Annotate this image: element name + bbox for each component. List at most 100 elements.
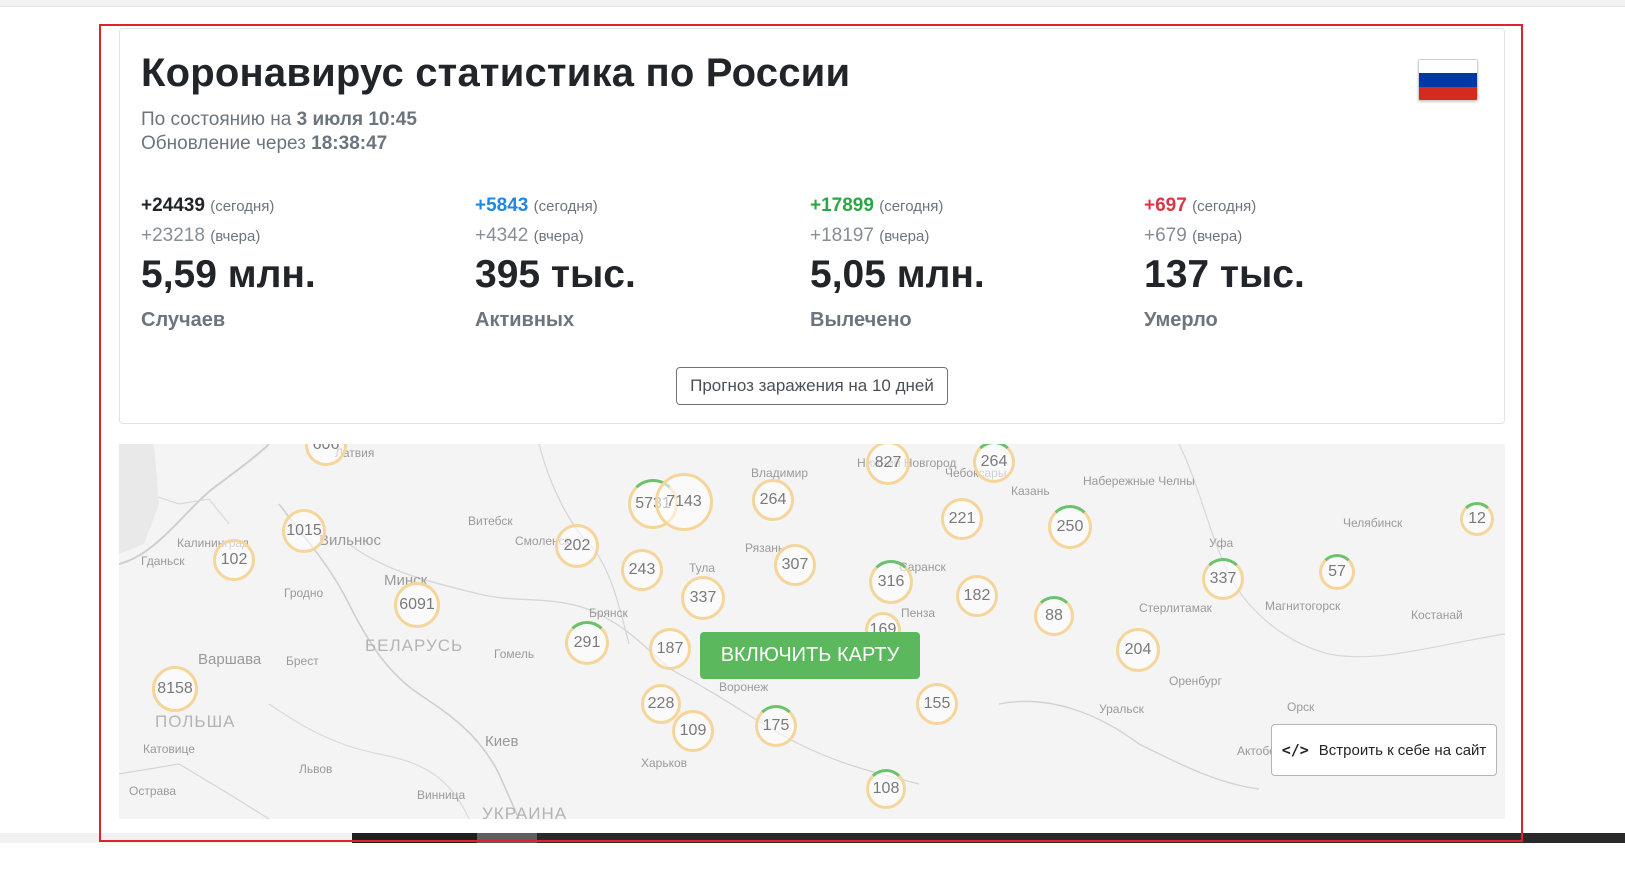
map-cluster[interactable]: 6091: [394, 582, 440, 628]
map-cluster[interactable]: 108: [866, 769, 906, 809]
map-cluster[interactable]: 182: [956, 575, 998, 617]
map-cluster[interactable]: 291: [565, 621, 609, 665]
stat-today-note: (сегодня): [1192, 198, 1257, 215]
map-cluster[interactable]: 250: [1048, 505, 1092, 549]
scrollbar-segment: [352, 833, 477, 843]
stat-yesterday-note: (вчера): [1192, 228, 1243, 245]
map-cluster[interactable]: 337: [1202, 558, 1244, 600]
map-label: Вильнюс: [319, 532, 381, 549]
browser-top-line: [0, 0, 1625, 7]
embed-button[interactable]: </> Встроить к себе на сайт: [1271, 724, 1497, 776]
map-cluster[interactable]: 316: [869, 560, 913, 604]
map-label: Магнитогорск: [1265, 599, 1341, 613]
map-label: Уфа: [1209, 536, 1234, 550]
map-label: Витебск: [468, 514, 513, 528]
map-cluster[interactable]: 204: [1116, 628, 1160, 672]
map-label: Харьков: [641, 756, 688, 770]
page-title: Коронавирус статистика по России: [141, 51, 851, 95]
stat-label: Умерло: [1144, 309, 1218, 331]
stat-total: 5,59 млн.: [141, 253, 316, 296]
flag-stripe-red: [1419, 86, 1477, 100]
map-cluster[interactable]: 1015: [282, 509, 326, 553]
map-cluster[interactable]: 109: [672, 710, 714, 752]
stat-total: 137 тыс.: [1144, 253, 1305, 296]
map-label: Киев: [485, 733, 519, 750]
stat-today-note: (сегодня): [210, 198, 275, 215]
map-label: Челябинск: [1343, 516, 1403, 530]
code-icon: </>: [1281, 741, 1309, 759]
status-date: 3 июля 10:45: [296, 109, 417, 130]
update-timer: 18:38:47: [311, 133, 388, 154]
stat-yesterday-value: +679: [1144, 225, 1187, 246]
map-cluster[interactable]: 202: [555, 524, 599, 568]
stat-deaths: +697 (сегодня) +679 (вчера) 137 тыс. Уме…: [1144, 195, 1474, 332]
stat-recovered: +17899 (сегодня) +18197 (вчера) 5,05 млн…: [810, 195, 1140, 332]
stat-today-value: +697: [1144, 195, 1187, 216]
stat-today-value: +24439: [141, 195, 205, 216]
stat-active: +5843 (сегодня) +4342 (вчера) 395 тыс. А…: [475, 195, 805, 332]
map-label: Пенза: [901, 606, 936, 620]
status-line: По состоянию на 3 июля 10:45: [141, 109, 417, 131]
map-cluster[interactable]: 175: [755, 705, 797, 747]
stat-total: 5,05 млн.: [810, 253, 985, 296]
map-cluster[interactable]: 221: [941, 498, 983, 540]
map-label: УКРАИНА: [482, 804, 568, 819]
map-label: Набережные Челны: [1083, 474, 1195, 488]
map-cluster[interactable]: 187: [649, 628, 691, 670]
map-label: Острава: [129, 784, 177, 798]
map-cluster[interactable]: 7143: [655, 473, 713, 531]
stat-yesterday-value: +23218: [141, 225, 205, 246]
stat-total: 395 тыс.: [475, 253, 636, 296]
stat-today-note: (сегодня): [879, 198, 944, 215]
stat-yesterday-note: (вчера): [210, 228, 261, 245]
map-label: Казань: [1011, 484, 1050, 498]
map-cluster[interactable]: 12: [1460, 502, 1494, 536]
status-prefix: По состоянию на: [141, 109, 292, 130]
map-cluster[interactable]: 337: [681, 576, 725, 620]
forecast-button[interactable]: Прогноз заражения на 10 дней: [676, 367, 948, 405]
map-cluster[interactable]: 307: [774, 544, 816, 586]
map-label: Орск: [1287, 700, 1315, 714]
russia-flag-icon: [1418, 59, 1478, 101]
map-cluster[interactable]: 88: [1034, 596, 1074, 636]
map-area[interactable]: Латвия Вильнюс Калининград Гданьск Гродн…: [119, 444, 1505, 819]
flag-stripe-white: [1419, 60, 1477, 74]
stats-card: Коронавирус статистика по России По сост…: [119, 28, 1505, 424]
map-label: Оренбург: [1169, 674, 1222, 688]
stat-label: Активных: [475, 309, 575, 331]
bottom-scrollbar[interactable]: [0, 833, 1625, 843]
scrollbar-track-left: [0, 833, 352, 843]
stat-label: Вылечено: [810, 309, 912, 331]
map-label: Гомель: [494, 647, 535, 661]
map-cluster[interactable]: 57: [1319, 554, 1355, 590]
map-label: Гродно: [284, 586, 324, 600]
scrollbar-track-right: [537, 833, 1625, 843]
map-label: Владимир: [751, 466, 809, 480]
stat-label: Случаев: [141, 309, 226, 331]
enable-map-button[interactable]: ВКЛЮЧИТЬ КАРТУ: [700, 632, 920, 679]
map-cluster[interactable]: 155: [916, 683, 958, 725]
map-label: Винница: [417, 788, 466, 802]
stat-yesterday-note: (вчера): [879, 228, 930, 245]
flag-stripe-blue: [1419, 73, 1477, 87]
map-label: Львов: [299, 762, 333, 776]
map-label: Катовице: [143, 742, 195, 756]
map-cluster[interactable]: 264: [752, 479, 794, 521]
stat-today-value: +5843: [475, 195, 529, 216]
stat-cases: +24439 (сегодня) +23218 (вчера) 5,59 млн…: [141, 195, 471, 332]
stat-today-note: (сегодня): [533, 198, 598, 215]
map-label: Уральск: [1099, 702, 1144, 716]
embed-button-label: Встроить к себе на сайт: [1318, 741, 1487, 759]
map-label: Варшава: [198, 651, 262, 668]
map-label: Брест: [286, 654, 319, 668]
stat-today-value: +17899: [810, 195, 874, 216]
map-cluster[interactable]: 8158: [152, 666, 198, 712]
scrollbar-thumb[interactable]: [477, 833, 537, 843]
map-label: Воронеж: [719, 680, 769, 694]
map-cluster[interactable]: 102: [213, 539, 255, 581]
map-label: Брянск: [589, 606, 628, 620]
stat-yesterday-value: +4342: [475, 225, 529, 246]
map-label: ПОЛЬША: [155, 712, 236, 731]
map-label: Стерлитамак: [1139, 601, 1212, 615]
map-cluster[interactable]: 243: [621, 549, 663, 591]
